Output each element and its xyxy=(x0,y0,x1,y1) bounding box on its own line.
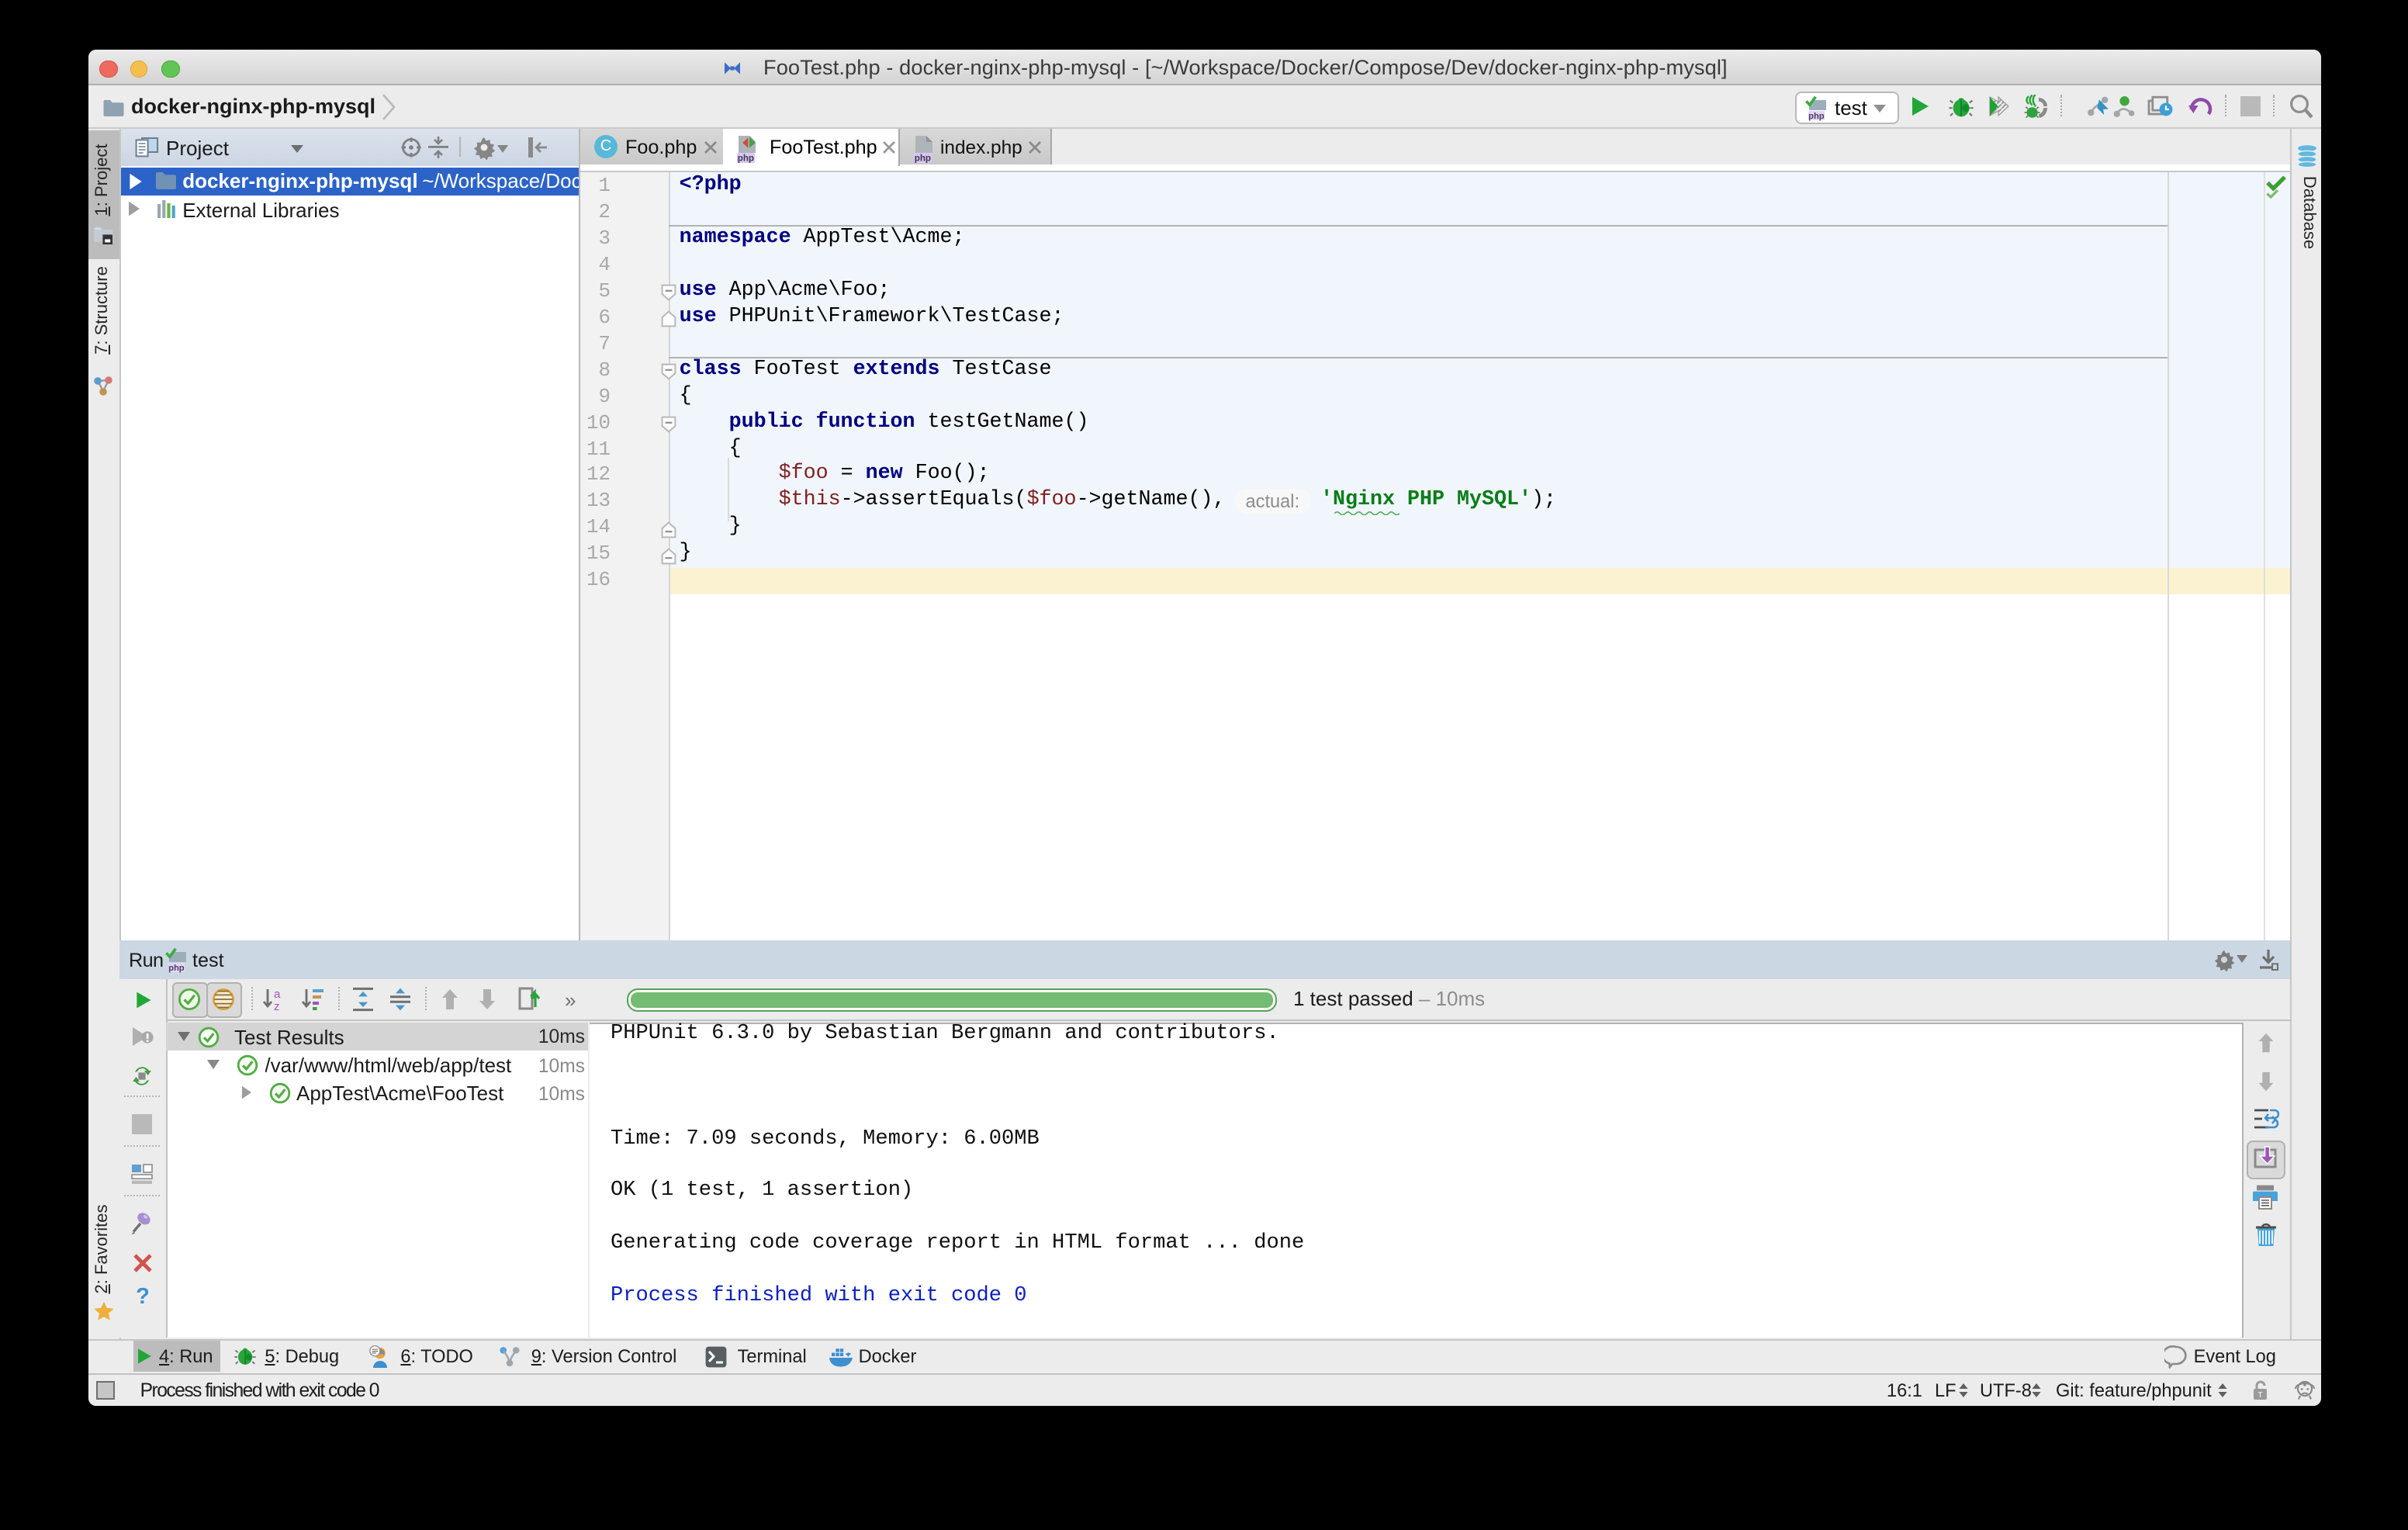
svg-text:z: z xyxy=(274,999,280,1011)
svg-text:php: php xyxy=(1808,111,1824,120)
svg-text:a: a xyxy=(274,987,281,1000)
svg-text:php: php xyxy=(168,964,184,973)
svg-text:php: php xyxy=(738,152,754,162)
svg-text:T: T xyxy=(2258,1390,2263,1399)
svg-text:php: php xyxy=(915,152,931,162)
